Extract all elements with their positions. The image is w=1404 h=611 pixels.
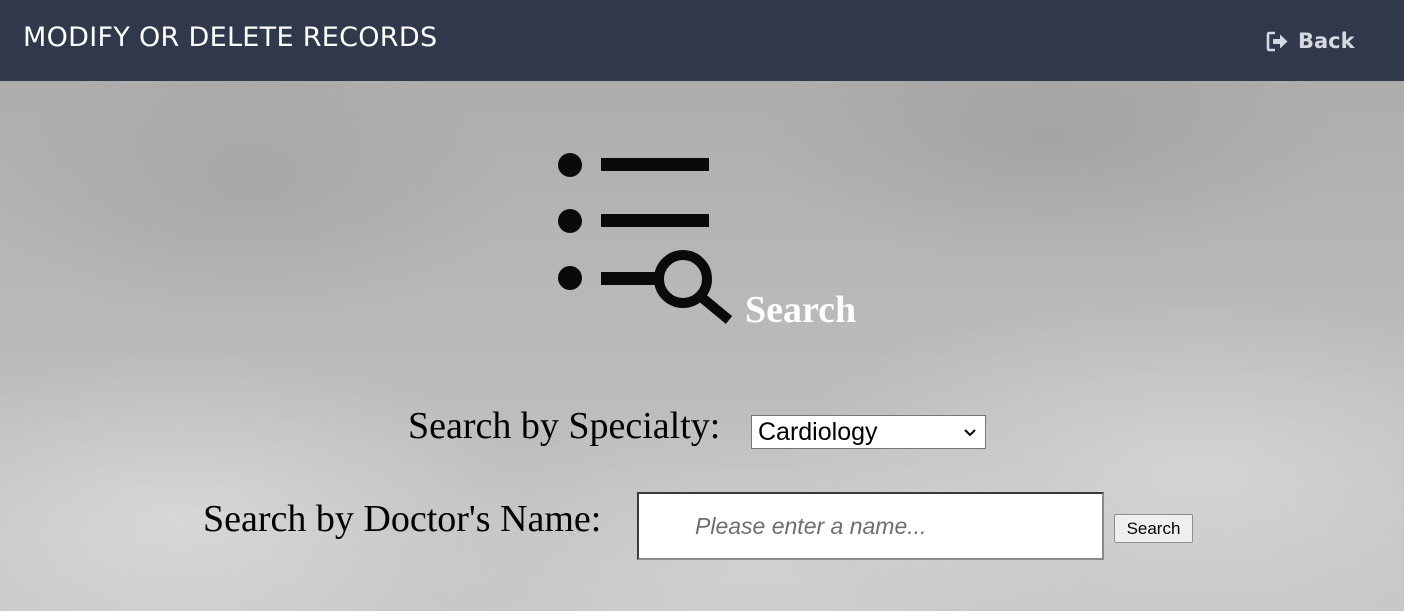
search-button[interactable]: Search	[1114, 514, 1193, 543]
doctor-name-label: Search by Doctor's Name:	[203, 498, 602, 540]
specialty-label: Search by Specialty:	[408, 405, 721, 447]
back-button[interactable]: Back	[1266, 24, 1355, 58]
list-search-icon	[553, 148, 738, 333]
sign-out-icon	[1266, 31, 1289, 52]
doctor-name-input[interactable]	[637, 492, 1104, 560]
search-heading: Search	[745, 289, 857, 331]
specialty-select[interactable]: Cardiology	[751, 415, 986, 449]
chevron-down-icon	[959, 415, 981, 449]
top-bar: MODIFY OR DELETE RECORDS Back	[0, 0, 1404, 81]
specialty-selected-value: Cardiology	[758, 417, 878, 446]
page-title: MODIFY OR DELETE RECORDS	[23, 22, 438, 53]
back-label: Back	[1298, 29, 1355, 53]
